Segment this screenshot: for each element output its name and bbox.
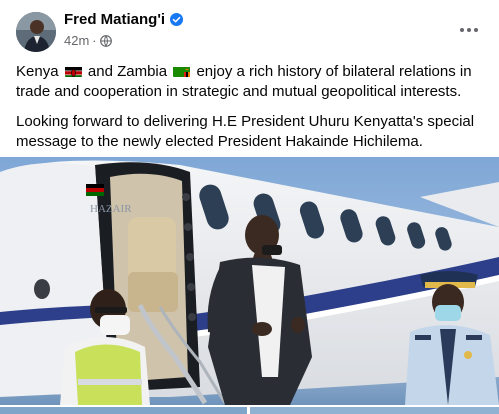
aircraft-logo-text: HAZAIR: [90, 203, 132, 215]
post-paragraph-2: Looking forward to delivering H.E Presid…: [16, 113, 475, 150]
post-paragraph-1: Kenya and Zambia enjoy a rich history of…: [16, 62, 486, 102]
photo-grid-next-row: [0, 405, 499, 414]
post-meta: 42m ·: [64, 33, 112, 48]
post-card: Fred Matiang'i 42m · Kenya and Zambia en…: [0, 0, 499, 414]
post-timestamp[interactable]: 42m: [64, 33, 89, 48]
zambia-flag-icon: [173, 65, 191, 77]
photo-thumbnail-2[interactable]: [0, 407, 247, 414]
photo-thumbnail-3[interactable]: [250, 407, 499, 414]
kenya-flag-icon: [64, 65, 82, 77]
globe-icon[interactable]: [99, 34, 112, 47]
author-name-row: Fred Matiang'i: [64, 11, 184, 28]
meta-separator: ·: [92, 33, 97, 48]
author-avatar[interactable]: [16, 12, 56, 52]
author-name[interactable]: Fred Matiang'i: [64, 11, 165, 28]
verified-badge-icon: [170, 13, 184, 26]
post-photo[interactable]: HAZAIR: [0, 157, 499, 405]
post-header: Fred Matiang'i 42m ·: [0, 0, 499, 60]
text-kenya: Kenya: [16, 63, 59, 80]
text-zambia: and Zambia: [87, 63, 168, 80]
post-text: Kenya and Zambia enjoy a rich history of…: [16, 62, 486, 162]
text-relations: enjoy a rich history of bilateral relati…: [16, 63, 472, 100]
more-options-icon[interactable]: [453, 16, 485, 44]
